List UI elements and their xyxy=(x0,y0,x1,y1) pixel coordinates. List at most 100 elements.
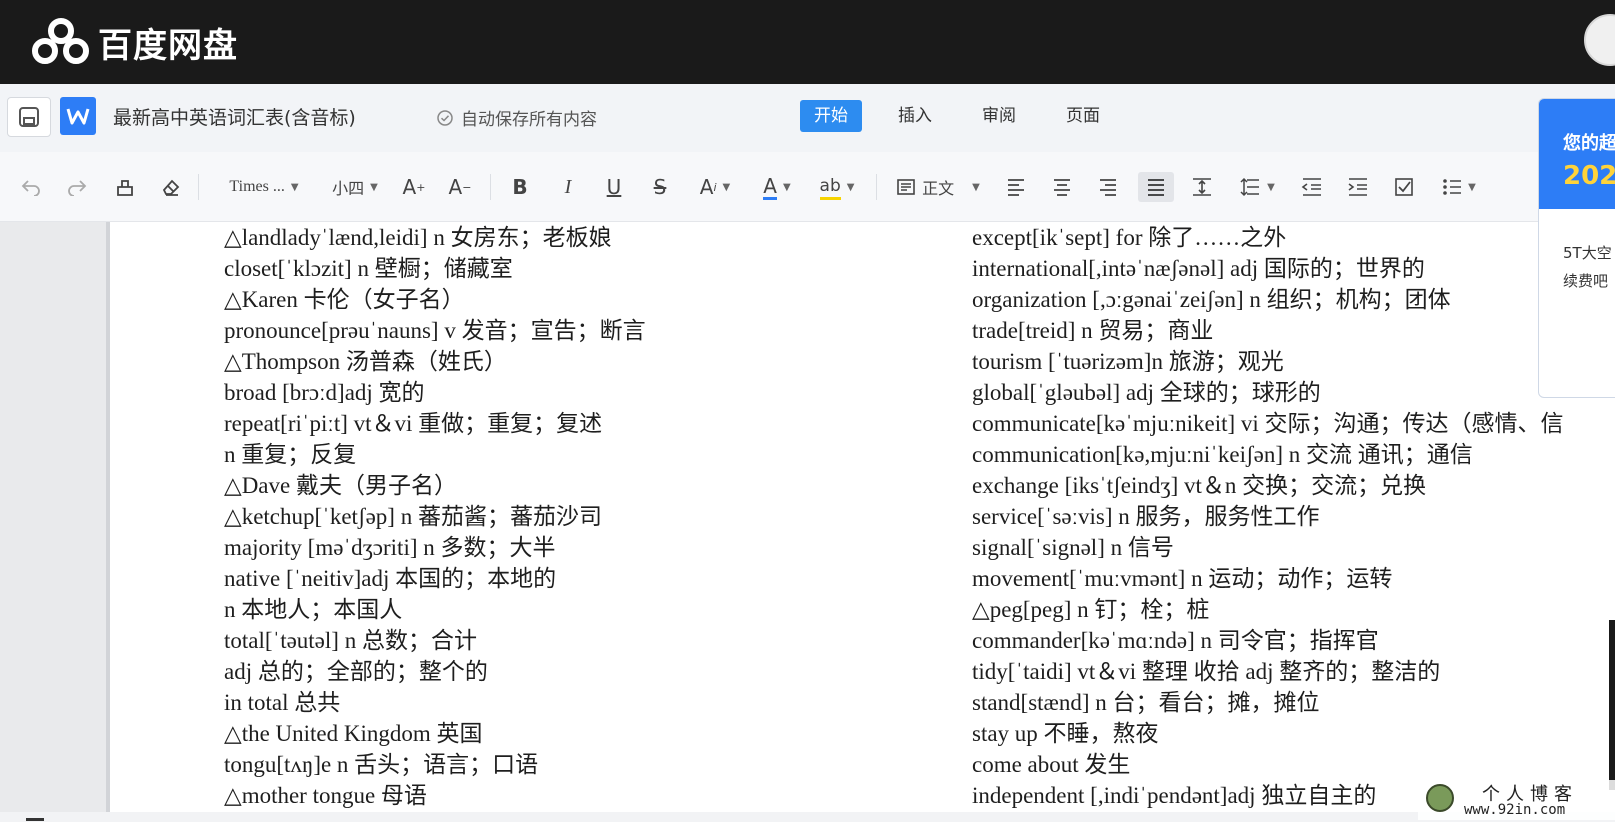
vocab-line: stay up 不睡，熬夜 xyxy=(972,721,1159,746)
vocab-line: communicate[kəˈmjuːnikeit] vi 交际；沟通；传达（感… xyxy=(972,411,1564,436)
superscript-icon[interactable]: Ai ▼ xyxy=(692,172,738,202)
font-size-value: 小四 xyxy=(332,179,365,198)
align-right-icon[interactable] xyxy=(1094,172,1122,202)
vocab-line: organization [,ɔːgənaiˈzeiʃən] n 组织；机构；团… xyxy=(972,287,1451,312)
app-window: 百度网盘 最新高中英语词汇表(含音标) 自动保存所有内容 开始 插入 审阅 页面… xyxy=(0,0,1615,822)
bullet-list-icon[interactable]: ▼ xyxy=(1436,172,1482,202)
eraser-icon[interactable] xyxy=(158,172,184,202)
justify-icon[interactable] xyxy=(1138,172,1174,202)
promo-text-2: 续费吧 xyxy=(1563,272,1609,290)
font-color-icon[interactable]: A ▼ xyxy=(754,172,800,202)
vocab-line: △Dave 戴夫（男子名） xyxy=(224,473,457,498)
cloud-logo-icon xyxy=(32,18,89,64)
document-page[interactable]: △landladyˈlænd,leidi] n 女房东；老板娘 closet[ˈk… xyxy=(110,222,1615,812)
align-left-icon[interactable] xyxy=(1002,172,1030,202)
vocab-line: stand[stænd] n 台；看台；摊，摊位 xyxy=(972,690,1320,715)
chevron-down-icon: ▼ xyxy=(972,181,980,193)
strikethrough-icon[interactable]: S xyxy=(646,172,674,202)
word-doc-icon xyxy=(60,97,96,135)
tab-insert[interactable]: 插入 xyxy=(884,100,946,132)
title-bar: 最新高中英语词汇表(含音标) 自动保存所有内容 开始 插入 审阅 页面 xyxy=(0,84,1615,152)
check-circle-icon xyxy=(437,109,453,126)
tab-review[interactable]: 审阅 xyxy=(968,100,1030,132)
paragraph-style-value: 正文 xyxy=(922,179,955,198)
underline-icon[interactable]: U xyxy=(600,172,628,202)
promo-title: 您的超 xyxy=(1563,133,1615,154)
vocab-line: broad [brɔːd]adj 宽的 xyxy=(224,380,425,405)
font-size-select[interactable]: 小四 ▼ xyxy=(326,172,384,202)
promo-text-1: 5T大空 xyxy=(1563,244,1612,262)
formatting-toolbar: Times ... ▼ 小四 ▼ A + A − B I U S Ai ▼ A ▼ ab ▼ … xyxy=(0,152,1615,222)
vocab-line: △peg[peg] n 钉；栓；桩 xyxy=(972,597,1210,622)
watermark-url: www.92in.com xyxy=(1464,802,1566,818)
vocab-line: n 本地人；本国人 xyxy=(224,597,403,622)
tab-start[interactable]: 开始 xyxy=(800,100,862,132)
watermark-logo-icon xyxy=(1426,784,1454,812)
vocab-line: adj 总的；全部的；整个的 xyxy=(224,659,488,684)
vocab-line: service[ˈsəːvis] n 服务，服务性工作 xyxy=(972,504,1320,529)
chevron-down-icon: ▼ xyxy=(846,181,855,193)
format-painter-icon[interactable] xyxy=(112,172,138,202)
vocab-line: repeat[riˈpiːt] vt＆vi 重做；重复；复述 xyxy=(224,411,603,436)
vocab-line: △ketchup[ˈketʃəp] n 蕃茄酱；蕃茄沙司 xyxy=(224,504,602,529)
chevron-down-icon: ▼ xyxy=(1468,181,1476,193)
align-center-icon[interactable] xyxy=(1048,172,1076,202)
shrink-font-icon[interactable]: A − xyxy=(446,172,474,202)
baidu-netdisk-logo[interactable]: 百度网盘 xyxy=(30,16,238,68)
undo-icon[interactable] xyxy=(18,172,44,202)
chevron-down-icon: ▼ xyxy=(370,181,378,193)
chevron-down-icon: ▼ xyxy=(782,181,791,193)
vocab-line: △landladyˈlænd,leidi] n 女房东；老板娘 xyxy=(224,225,612,250)
style-icon xyxy=(897,179,915,195)
right-column: except[ikˈsept] for 除了……之外 international[… xyxy=(972,222,1564,811)
checkbox-list-icon[interactable] xyxy=(1390,172,1418,202)
vocab-line: △Thompson 汤普森（姓氏） xyxy=(224,349,507,374)
font-family-value: Times ... xyxy=(229,178,285,195)
logo-text: 百度网盘 xyxy=(98,25,238,66)
italic-icon[interactable]: I xyxy=(554,172,582,202)
paragraph-style-select[interactable]: 正文 ▼ xyxy=(888,172,988,202)
save-button[interactable] xyxy=(7,97,51,137)
chevron-down-icon: ▼ xyxy=(722,181,731,193)
autosave-status: 自动保存所有内容 xyxy=(437,105,597,130)
vocab-line: exchange [iksˈtʃeindʒ] vt＆n 交换；交流；兑换 xyxy=(972,473,1427,498)
increase-indent-icon[interactable] xyxy=(1344,172,1372,202)
font-family-select[interactable]: Times ... ▼ xyxy=(214,172,314,202)
scrollbar[interactable] xyxy=(1609,620,1615,790)
promo-year: 2020 xyxy=(1563,161,1615,191)
redo-icon[interactable] xyxy=(64,172,90,202)
tab-page[interactable]: 页面 xyxy=(1052,100,1114,132)
highlight-icon[interactable]: ab ▼ xyxy=(814,172,860,202)
vocab-line: trade[treid] n 贸易；商业 xyxy=(972,318,1214,343)
vocab-line: △mother tongue 母语 xyxy=(224,783,427,808)
watermark: 个人博客 www.92in.com xyxy=(1418,780,1615,820)
document-title[interactable]: 最新高中英语词汇表(含音标) xyxy=(113,103,356,130)
promo-panel[interactable]: 您的超 2020 5T大空 续费吧 xyxy=(1538,98,1615,398)
vocab-line: native [ˈneitiv]adj 本国的；本地的 xyxy=(224,566,557,591)
vocab-line: △the United Kingdom 英国 xyxy=(224,721,483,746)
paragraph-spacing-icon[interactable]: ▼ xyxy=(1234,172,1280,202)
vocab-line: communication[kə,mjuːniˈkeiʃən] n 交流 通讯；… xyxy=(972,442,1473,467)
vocab-line: tourism [ˈtuərizəm]n 旅游；观光 xyxy=(972,349,1284,374)
vocab-line: except[ikˈsept] for 除了……之外 xyxy=(972,225,1287,250)
vocab-line: total[ˈtəutəl] n 总数；合计 xyxy=(224,628,477,653)
vocab-line: closet[ˈklɔzit] n 壁橱；储藏室 xyxy=(224,256,513,281)
vocab-line: tongu[tʌŋ]e n 舌头；语言；口语 xyxy=(224,752,539,777)
left-column: △landladyˈlænd,leidi] n 女房东；老板娘 closet[ˈk… xyxy=(224,222,646,811)
avatar[interactable] xyxy=(1584,14,1615,66)
line-spacing-icon[interactable] xyxy=(1188,172,1216,202)
chevron-down-icon: ▼ xyxy=(1267,181,1275,193)
grow-font-icon[interactable]: A + xyxy=(400,172,428,202)
vocab-line: △Karen 卡伦（女子名） xyxy=(224,287,465,312)
vocab-line: n 重复；反复 xyxy=(224,442,357,467)
vocab-line: in total 总共 xyxy=(224,690,341,715)
chevron-down-icon: ▼ xyxy=(290,181,299,193)
vocab-line: commander[kəˈmɑːndə] n 司令官；指挥官 xyxy=(972,628,1379,653)
decrease-indent-icon[interactable] xyxy=(1298,172,1326,202)
menu-tabs: 开始 插入 审阅 页面 xyxy=(800,100,1136,132)
bold-icon[interactable]: B xyxy=(506,172,534,202)
vocab-line: come about 发生 xyxy=(972,752,1131,777)
document-canvas: △landladyˈlænd,leidi] n 女房东；老板娘 closet[ˈk… xyxy=(0,222,1615,822)
vocab-line: global[ˈgləubəl] adj 全球的；球形的 xyxy=(972,380,1321,405)
vocab-line: majority [məˈdʒɔriti] n 多数；大半 xyxy=(224,535,556,560)
